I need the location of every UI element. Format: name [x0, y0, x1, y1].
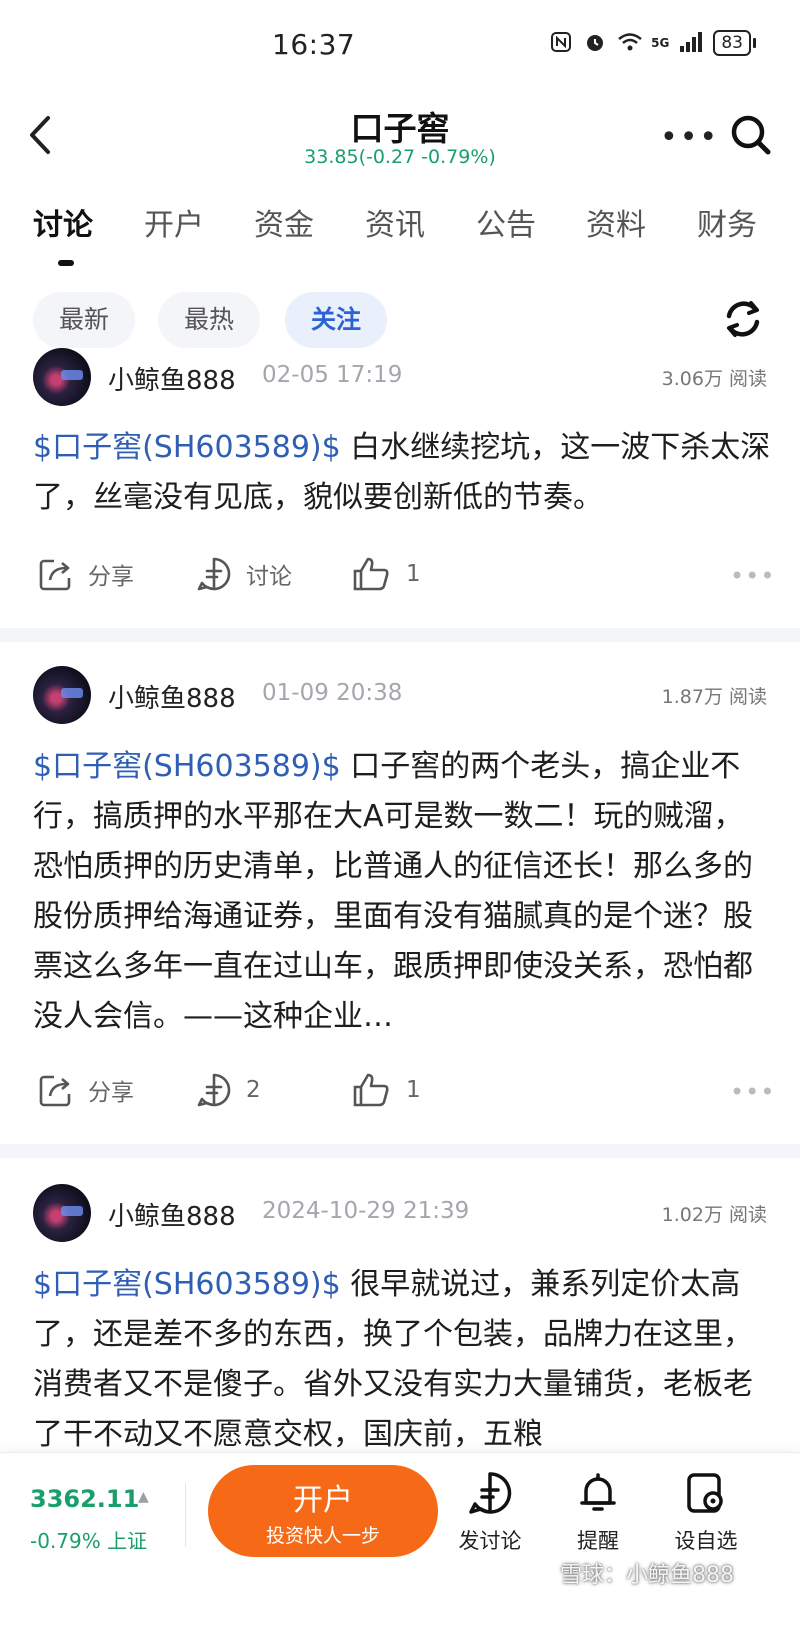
index-change[interactable]: -0.79% 上证: [30, 1525, 147, 1554]
share-button[interactable]: 分享: [38, 1072, 134, 1108]
tab-finance[interactable]: 财务: [697, 200, 757, 244]
read-count: 3.06万 阅读: [661, 368, 767, 390]
nfc-icon: [549, 31, 573, 55]
add-watchlist-label: 设自选: [674, 1529, 738, 1553]
status-icons: 5G 83: [549, 30, 756, 56]
post-header: 小鲸鱼888 01-09 20:38 1.87万 阅读: [0, 666, 800, 726]
stock-link[interactable]: $口子窖(SH603589)$: [33, 1267, 341, 1302]
divider: [0, 1144, 800, 1158]
post-card[interactable]: 小鲸鱼888 01-09 20:38 1.87万 阅读 $口子窖(SH60358…: [0, 666, 800, 1144]
post-more-icon[interactable]: •••: [730, 562, 775, 590]
author-name[interactable]: 小鲸鱼888: [108, 678, 236, 715]
filter-hot[interactable]: 最热: [158, 292, 260, 348]
comment-icon: [197, 1073, 231, 1107]
like-count: 1: [406, 561, 421, 587]
tab-funds[interactable]: 资金: [254, 200, 314, 244]
open-account-button[interactable]: 开户 投资快人一步: [208, 1465, 438, 1557]
author-name[interactable]: 小鲸鱼888: [108, 360, 236, 397]
reminder-button[interactable]: 提醒: [553, 1471, 643, 1555]
nav-header: 口子窖 33.85(-0.27 -0.79%) •••: [0, 90, 800, 180]
bell-icon: [580, 1473, 616, 1511]
comment-icon: [197, 557, 231, 591]
compose-icon: [469, 1472, 512, 1514]
post-actions: 分享 2 1 •••: [0, 1072, 800, 1122]
comment-button[interactable]: 讨论: [196, 556, 292, 592]
like-button[interactable]: 1: [352, 1072, 421, 1108]
signal-icon: [679, 31, 703, 55]
open-account-subtitle: 投资快人一步: [265, 1525, 380, 1547]
bottom-bar: 3362.11 ▲ -0.79% 上证 开户 投资快人一步 发讨论 提醒 设自选…: [0, 1452, 800, 1650]
comment-button[interactable]: 2: [196, 1072, 261, 1108]
avatar[interactable]: [33, 666, 91, 724]
share-button[interactable]: 分享: [38, 556, 134, 592]
tab-open-account[interactable]: 开户: [144, 200, 204, 244]
like-button[interactable]: 1: [352, 556, 421, 592]
post-text[interactable]: $口子窖(SH603589)$ 口子窖的两个老头，搞企业不行，搞质押的水平那在大…: [33, 742, 771, 1042]
refresh-icon[interactable]: [718, 294, 768, 344]
status-time: 16:37: [272, 28, 356, 61]
stock-link[interactable]: $口子窖(SH603589)$: [33, 749, 341, 784]
watermark: 雪球：小鲸鱼888: [560, 1563, 734, 1588]
post-time: 01-09 20:38: [262, 680, 403, 706]
post-discussion-label: 发讨论: [458, 1529, 522, 1553]
battery-level: 83: [713, 30, 751, 56]
post-actions: 分享 讨论 1 •••: [0, 556, 800, 606]
post-text[interactable]: $口子窖(SH603589)$ 很早就说过，兼系列定价太高了，还是差不多的东西，…: [33, 1260, 771, 1452]
open-account-title: 开户: [293, 1483, 353, 1518]
tab-bar: 讨论 开户 资金 资讯 公告 资料 财务: [0, 200, 800, 270]
tab-announcements[interactable]: 公告: [476, 200, 536, 244]
post-discussion-button[interactable]: 发讨论: [445, 1471, 535, 1555]
like-count: 1: [406, 1077, 421, 1103]
share-icon: [39, 559, 71, 591]
post-text[interactable]: $口子窖(SH603589)$ 白水继续挖坑，这一波下杀太深了，丝毫没有见底，貌…: [33, 423, 771, 523]
battery-icon: 83: [713, 30, 756, 56]
post-more-icon[interactable]: •••: [730, 1078, 775, 1106]
avatar[interactable]: [33, 348, 91, 406]
tab-profile[interactable]: 资料: [586, 200, 646, 244]
thumbs-up-icon: [353, 557, 389, 591]
index-separator: [185, 1483, 186, 1547]
avatar[interactable]: [33, 1184, 91, 1242]
watchlist-gear-icon: [687, 1473, 723, 1513]
add-watchlist-button[interactable]: 设自选: [661, 1471, 751, 1555]
stock-link[interactable]: $口子窖(SH603589)$: [33, 430, 341, 465]
post-time: 2024-10-29 21:39: [262, 1198, 470, 1224]
wifi-icon: [617, 31, 642, 55]
index-value[interactable]: 3362.11: [30, 1485, 139, 1513]
divider: [0, 628, 800, 642]
filter-following[interactable]: 关注: [285, 292, 387, 348]
thumbs-up-icon: [353, 1073, 389, 1107]
filter-bar: 最新 最热 关注: [0, 292, 800, 352]
alarm-icon: [583, 31, 607, 55]
post-header: 小鲸鱼888 02-05 17:19 3.06万 阅读: [0, 348, 800, 408]
post-content: 口子窖的两个老头，搞企业不行，搞质押的水平那在大A可是数一数二！玩的贼溜，恐怕质…: [33, 749, 753, 1034]
comment-count: 2: [246, 1077, 261, 1103]
post-time: 02-05 17:19: [262, 362, 403, 388]
read-count: 1.02万 阅读: [661, 1204, 767, 1226]
reminder-label: 提醒: [577, 1529, 619, 1553]
network-label: 5G: [651, 36, 670, 50]
tab-discussion[interactable]: 讨论: [33, 200, 93, 244]
share-icon: [39, 1075, 71, 1107]
status-bar: 16:37 5G 83: [0, 0, 800, 90]
search-icon[interactable]: [728, 112, 774, 158]
post-card[interactable]: 小鲸鱼888 02-05 17:19 3.06万 阅读 $口子窖(SH60358…: [0, 348, 800, 628]
tab-active-indicator: [58, 260, 74, 266]
comment-label: 讨论: [246, 564, 292, 590]
tab-news[interactable]: 资讯: [365, 200, 425, 244]
share-label: 分享: [88, 1080, 134, 1106]
more-icon[interactable]: •••: [660, 120, 719, 155]
share-label: 分享: [88, 564, 134, 590]
filter-latest[interactable]: 最新: [33, 292, 135, 348]
read-count: 1.87万 阅读: [661, 686, 767, 708]
post-header: 小鲸鱼888 2024-10-29 21:39 1.02万 阅读: [0, 1184, 800, 1244]
post-card[interactable]: 小鲸鱼888 2024-10-29 21:39 1.02万 阅读 $口子窖(SH…: [0, 1184, 800, 1452]
index-arrow-icon: ▲: [138, 1489, 149, 1505]
author-name[interactable]: 小鲸鱼888: [108, 1196, 236, 1233]
